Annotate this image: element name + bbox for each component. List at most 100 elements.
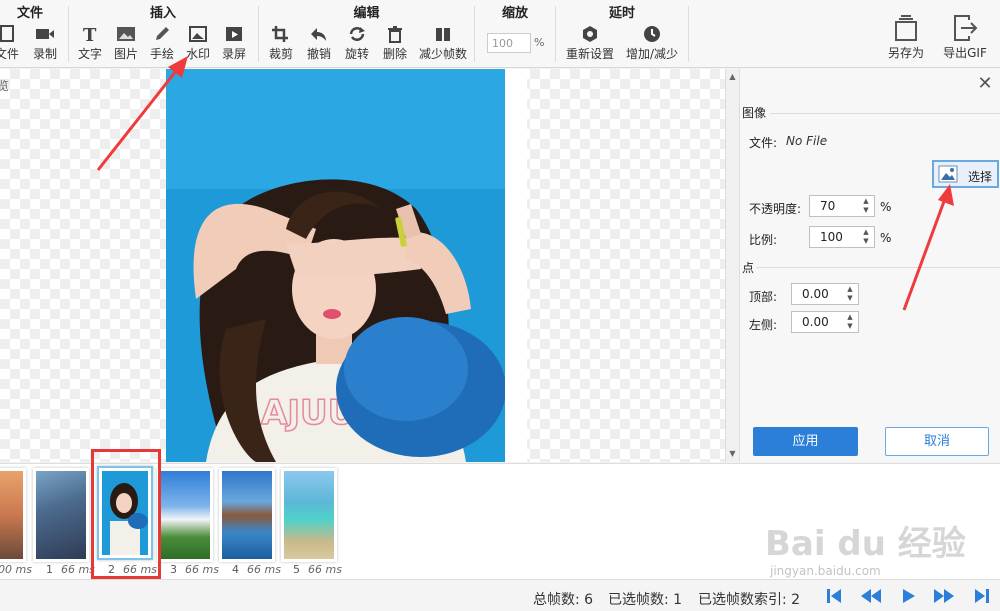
top-value: 0.00 xyxy=(802,287,829,301)
status-bar: 总帧数: 6 已选帧数: 1 已选帧数索引: 2 xyxy=(0,579,1000,611)
crop-button[interactable]: 裁剪 xyxy=(262,25,300,65)
section-divider xyxy=(770,113,1000,114)
group-title-insert: 插入 xyxy=(149,6,176,21)
pencil-icon xyxy=(156,27,169,40)
panel-scrollbar[interactable]: ▲ ▼ xyxy=(725,69,740,462)
screen-record-icon xyxy=(226,27,242,41)
watermark-panel: ✕ 图像 文件: No File 选择 不透明度: 70 ▲ ▼ % 比例: 10… xyxy=(740,69,1000,462)
adjust-delay-label: 增加/减少 xyxy=(625,47,679,61)
scroll-down-icon[interactable]: ▼ xyxy=(726,447,739,461)
beach-thumb xyxy=(284,471,334,559)
undo-button[interactable]: 撤销 xyxy=(300,25,338,65)
group-title-zoom: 缩放 xyxy=(501,6,528,21)
frame-duration: 66 ms xyxy=(247,563,281,576)
opacity-label: 不透明度: xyxy=(749,202,802,216)
reset-delay-button[interactable]: 重新设置 xyxy=(562,25,618,65)
file-label: 文件: xyxy=(749,136,778,150)
left-value: 0.00 xyxy=(802,315,829,329)
frame-number: 3 xyxy=(170,563,177,576)
scale-value: 100 xyxy=(820,230,843,244)
crop-icon xyxy=(272,26,288,42)
stepper-arrows-icon[interactable]: ▲ ▼ xyxy=(845,313,855,331)
warrior-thumb xyxy=(36,471,86,559)
zoom-input[interactable]: 100 xyxy=(487,33,531,53)
image-icon xyxy=(117,27,135,41)
ribbon-toolbar: 文件 文件 录制 插入 T 文字 图片 手绘 水印 录屏 编辑 裁剪 撤销 旋转… xyxy=(0,0,1000,68)
group-title-file: 文件 xyxy=(16,6,43,21)
total-frames: 总帧数: 6 xyxy=(533,592,594,608)
sunset-thumb xyxy=(0,471,23,559)
screen-record-button[interactable]: 录屏 xyxy=(215,25,253,65)
top-stepper[interactable]: 0.00 ▲ ▼ xyxy=(791,283,859,305)
watermark-button[interactable]: 水印 xyxy=(179,25,217,65)
opacity-stepper[interactable]: 70 ▲ ▼ xyxy=(809,195,875,217)
save-as-button[interactable]: 另存为 xyxy=(882,14,930,66)
file-value: No File xyxy=(786,134,828,148)
image-button[interactable]: 图片 xyxy=(107,25,145,65)
export-gif-label: 导出GIF xyxy=(943,46,987,60)
select-label: 选择 xyxy=(968,170,993,184)
insert-group: 插入 T 文字 图片 手绘 水印 录屏 xyxy=(69,0,257,68)
frame-thumbnail[interactable] xyxy=(0,468,26,562)
reduce-frames-button[interactable]: 减少帧数 xyxy=(417,25,469,65)
text-label: 文字 xyxy=(77,47,102,61)
preview-image: AJUU xyxy=(166,69,505,462)
record-button[interactable]: 录制 xyxy=(26,25,64,65)
image-icon xyxy=(938,165,958,183)
watermark-icon xyxy=(189,26,207,42)
preview-canvas[interactable]: 览 AJUU xyxy=(0,69,725,462)
stepper-arrows-icon[interactable]: ▲ ▼ xyxy=(861,197,871,215)
rotate-button[interactable]: 旋转 xyxy=(338,25,376,65)
undo-label: 撤销 xyxy=(306,47,331,61)
export-icon xyxy=(954,15,978,41)
frame-number: 5 xyxy=(293,563,300,576)
clock-icon xyxy=(644,26,660,42)
selected-frame-highlight xyxy=(91,449,161,579)
svg-text:T: T xyxy=(83,25,97,43)
previous-frame-icon[interactable] xyxy=(859,587,883,605)
file-group: 文件 文件 录制 xyxy=(0,0,68,68)
stepper-arrows-icon[interactable]: ▲ ▼ xyxy=(861,228,871,246)
record-label: 录制 xyxy=(32,47,57,61)
open-file-button[interactable]: 文件 xyxy=(0,25,26,65)
cancel-button[interactable]: 取消 xyxy=(885,427,989,456)
delete-label: 删除 xyxy=(382,47,407,61)
rotate-label: 旋转 xyxy=(344,47,369,61)
frame-thumbnail[interactable] xyxy=(219,468,275,562)
close-icon[interactable]: ✕ xyxy=(976,75,994,93)
export-gif-button[interactable]: 导出GIF xyxy=(938,14,992,66)
zoom-unit: % xyxy=(534,36,545,49)
stepper-arrows-icon[interactable]: ▲ ▼ xyxy=(845,285,855,303)
reduce-frames-icon xyxy=(436,28,450,41)
mountain-thumb xyxy=(160,471,210,559)
reset-delay-label: 重新设置 xyxy=(565,47,614,61)
next-frame-icon[interactable] xyxy=(932,587,956,605)
top-label: 顶部: xyxy=(749,290,778,304)
scroll-up-icon[interactable]: ▲ xyxy=(726,70,739,84)
last-frame-icon[interactable] xyxy=(972,587,992,605)
adjust-delay-button[interactable]: 增加/减少 xyxy=(622,25,682,65)
frame-number: 4 xyxy=(232,563,239,576)
group-divider xyxy=(688,6,689,62)
play-icon[interactable] xyxy=(899,587,919,605)
frame-duration: 00 ms xyxy=(0,563,32,576)
first-frame-icon[interactable] xyxy=(824,587,844,605)
scale-stepper[interactable]: 100 ▲ ▼ xyxy=(809,226,875,248)
frame-thumbnail[interactable] xyxy=(157,468,213,562)
portrait-photo: AJUU xyxy=(166,69,505,462)
text-button[interactable]: T 文字 xyxy=(71,25,109,65)
frame-duration: 66 ms xyxy=(185,563,219,576)
apply-button[interactable]: 应用 xyxy=(753,427,858,456)
open-file-label: 文件 xyxy=(0,47,19,61)
image-label: 图片 xyxy=(113,47,138,61)
select-image-button[interactable]: 选择 xyxy=(932,160,999,188)
frame-thumbnail[interactable] xyxy=(281,468,337,562)
text-icon: T xyxy=(83,25,97,43)
draw-button[interactable]: 手绘 xyxy=(143,25,181,65)
trash-icon xyxy=(388,26,402,43)
frame-thumbnail[interactable] xyxy=(33,468,89,562)
open-file-icon xyxy=(0,25,14,42)
left-stepper[interactable]: 0.00 ▲ ▼ xyxy=(791,311,859,333)
scale-label: 比例: xyxy=(749,233,778,247)
delete-button[interactable]: 删除 xyxy=(376,25,414,65)
